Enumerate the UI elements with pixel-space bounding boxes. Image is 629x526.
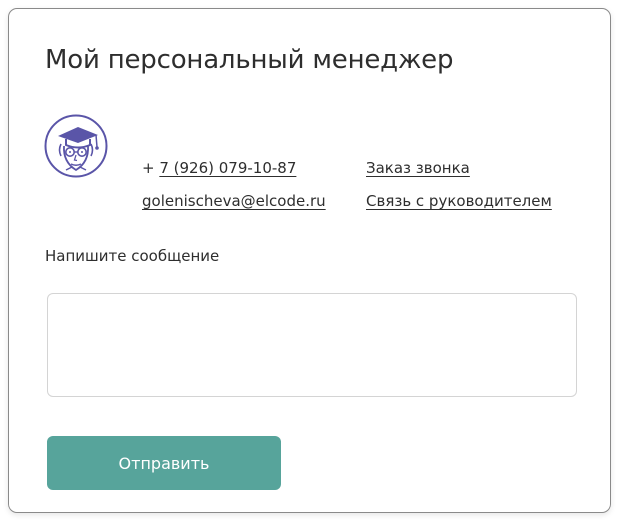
message-label: Напишите сообщение xyxy=(45,247,220,265)
manager-email-link[interactable]: golenischeva@elcode.ru xyxy=(142,192,326,210)
manager-phone-link[interactable]: 7 (926) 079-10-87 xyxy=(159,159,296,177)
card-title: Мой персональный менеджер xyxy=(45,45,454,75)
send-button[interactable]: Отправить xyxy=(47,436,281,490)
callback-request-row: Заказ звонка xyxy=(366,159,470,177)
message-input[interactable] xyxy=(47,293,577,397)
manager-email-row: golenischeva@elcode.ru xyxy=(142,192,326,210)
manager-phone-row: + 7 (926) 079-10-87 xyxy=(142,159,296,177)
contact-head-row: Связь с руководителем xyxy=(366,192,552,210)
callback-request-link[interactable]: Заказ звонка xyxy=(366,159,470,177)
phone-prefix: + xyxy=(142,159,160,177)
manager-card: Мой персональный менеджер + 7 (926) 079-… xyxy=(8,8,611,513)
contact-head-link[interactable]: Связь с руководителем xyxy=(366,192,552,210)
manager-avatar-icon xyxy=(44,114,108,178)
